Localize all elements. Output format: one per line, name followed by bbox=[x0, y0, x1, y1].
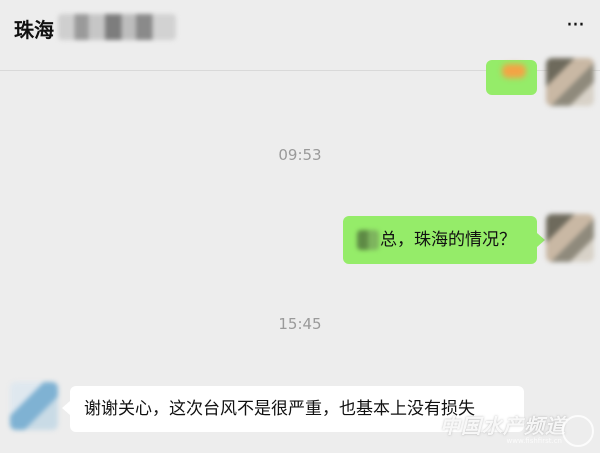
bubble-tail bbox=[537, 233, 545, 247]
title-redaction bbox=[58, 14, 176, 40]
watermark-url: www.fishfirst.cn bbox=[506, 437, 562, 445]
chat-title: 珠海 bbox=[14, 18, 54, 42]
bubble-tail bbox=[62, 401, 70, 415]
globe-icon bbox=[562, 415, 594, 447]
more-dots-icon[interactable]: ··· bbox=[558, 12, 592, 40]
avatar[interactable] bbox=[10, 382, 58, 430]
name-redaction bbox=[357, 230, 379, 250]
sticker-bubble[interactable] bbox=[486, 60, 537, 95]
timestamp: 15:45 bbox=[278, 315, 322, 333]
avatar[interactable] bbox=[546, 214, 594, 262]
message-text: 总，珠海的情况？ bbox=[380, 230, 516, 250]
watermark-text: 中国水产频道 bbox=[440, 414, 566, 438]
timestamp: 09:53 bbox=[278, 146, 322, 164]
message-text: 谢谢关心，这次台风不是很严重，也基本上没有损失 bbox=[84, 399, 475, 419]
avatar[interactable] bbox=[546, 58, 594, 106]
message-bubble-sent[interactable]: 总，珠海的情况？ bbox=[343, 216, 537, 264]
sticker-image bbox=[502, 64, 526, 78]
